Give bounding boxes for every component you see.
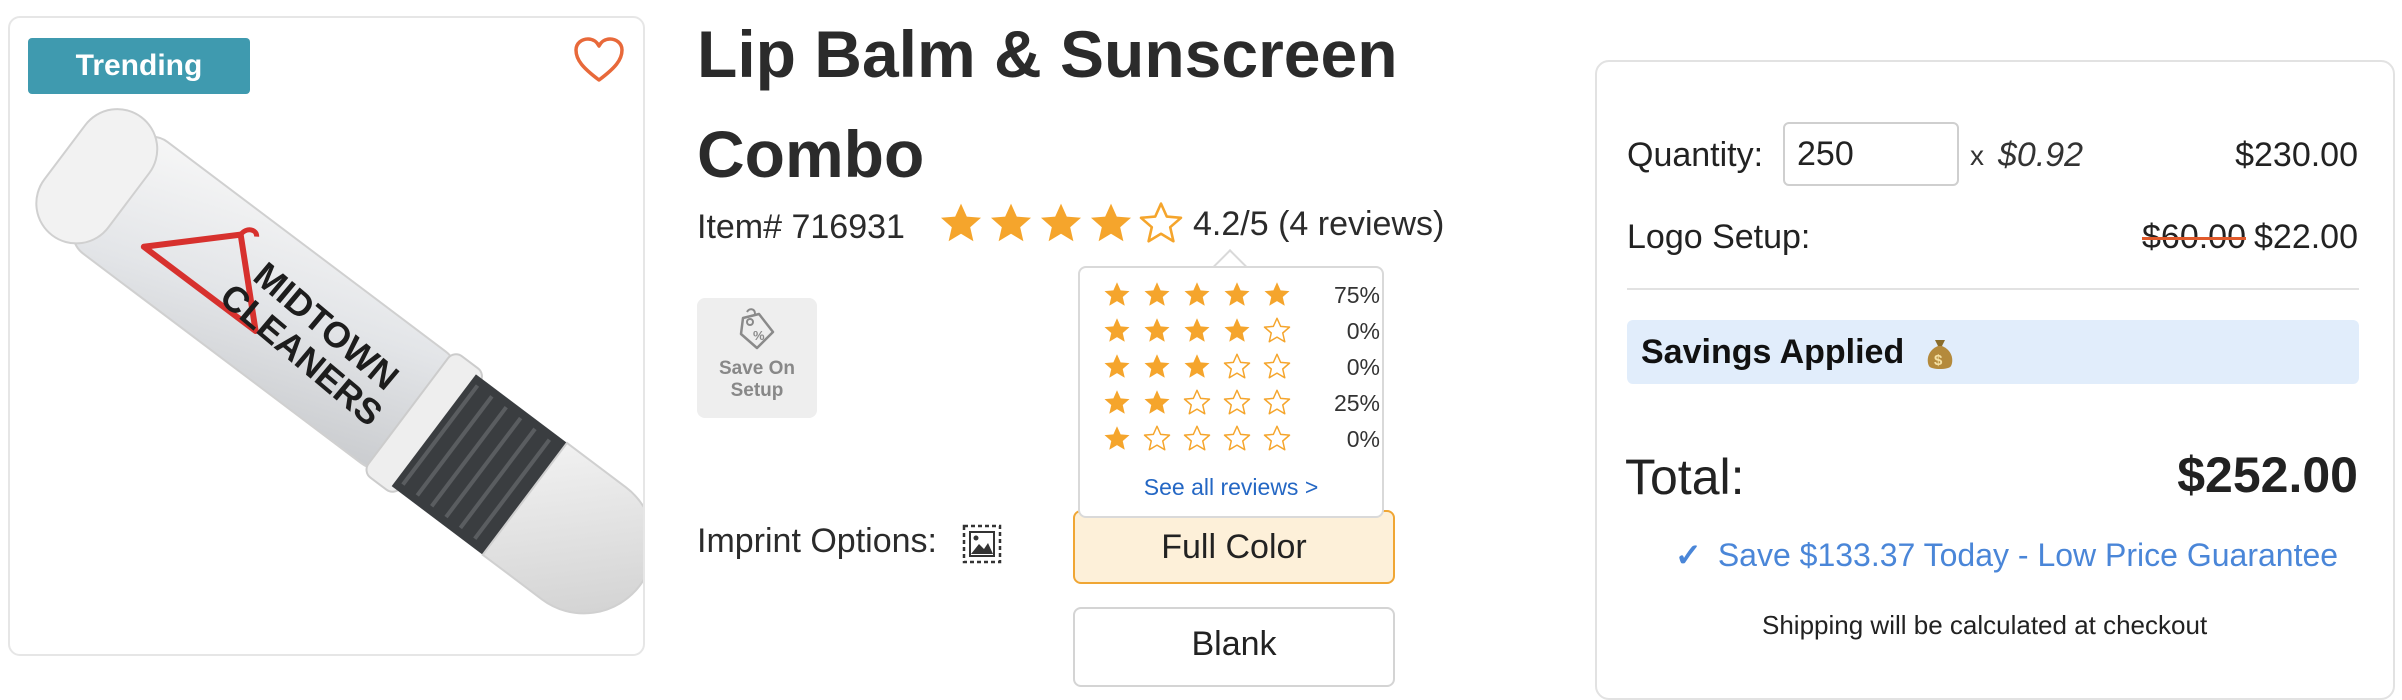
svg-text:$: $ xyxy=(1934,352,1943,369)
stars-2-icon xyxy=(1104,389,1291,415)
star-full-icon xyxy=(1104,390,1130,414)
star-outline-icon xyxy=(1183,389,1211,415)
product-image-card[interactable]: MIDTOWN CLEANERS Trending xyxy=(8,16,645,656)
star-full-icon xyxy=(1041,203,1081,242)
logo-setup-price: $22.00 xyxy=(2254,218,2358,256)
stars-5-icon xyxy=(1104,282,1290,306)
low-price-guarantee[interactable]: ✓ Save $133.37 Today - Low Price Guarante… xyxy=(1675,536,2338,574)
star-outline-icon xyxy=(1223,389,1251,415)
star-full-icon xyxy=(1144,390,1170,414)
star-full-icon xyxy=(941,203,981,242)
quantity-subtotal: $230.00 xyxy=(2235,136,2358,174)
rating-distribution-popup: 75% 0% 0% 25% 0% See all reviews > xyxy=(1078,266,1384,518)
save-on-setup-badge: % Save On Setup xyxy=(697,298,817,418)
star-full-icon xyxy=(1224,282,1250,306)
star-full-icon xyxy=(991,203,1031,242)
product-title: Lip Balm & Sunscreen Combo xyxy=(697,17,1398,191)
star-outline-icon xyxy=(1223,353,1251,379)
rating-percent: 0% xyxy=(1346,425,1380,452)
rating-row-3[interactable]: 0% xyxy=(1102,350,1380,384)
star-full-icon xyxy=(1144,318,1170,342)
star-full-icon xyxy=(1264,282,1290,306)
star-full-icon xyxy=(1091,203,1131,242)
star-outline-icon xyxy=(1263,353,1291,379)
logo-setup-old-price: $60.00 xyxy=(2142,218,2246,256)
imprint-option-full-color[interactable]: Full Color xyxy=(1073,510,1395,584)
checkmark-icon: ✓ xyxy=(1675,537,1702,573)
savings-applied-banner: Savings Applied $ xyxy=(1627,320,2359,384)
shipping-note: Shipping will be calculated at checkout xyxy=(1762,610,2208,640)
rating-value: 4.2/5 xyxy=(1193,205,1269,243)
star-full-icon xyxy=(1224,318,1250,342)
star-outline-icon xyxy=(1263,317,1291,343)
money-bag-icon: $ xyxy=(1927,340,1952,370)
total-label: Total: xyxy=(1625,449,1745,505)
times-symbol: x xyxy=(1970,140,1984,171)
reviews-link[interactable]: (4 reviews) xyxy=(1278,205,1444,243)
svg-text:%: % xyxy=(753,328,765,343)
stars-3-icon xyxy=(1104,353,1291,379)
rating-percent: 25% xyxy=(1333,389,1380,416)
image-icon[interactable] xyxy=(962,524,1002,564)
total-value: $252.00 xyxy=(2177,447,2358,503)
rating-percent: 0% xyxy=(1346,317,1380,344)
savings-label: Savings Applied xyxy=(1641,333,1905,371)
star-full-icon xyxy=(1104,282,1130,306)
star-full-icon xyxy=(1184,354,1210,378)
save-on-setup-label: Save On Setup xyxy=(718,358,796,401)
star-full-icon xyxy=(1104,318,1130,342)
rating-row-4[interactable]: 0% xyxy=(1102,314,1380,348)
price-tag-icon: % xyxy=(739,308,775,350)
imprint-options-label: Imprint Options: xyxy=(697,522,937,560)
star-outline-icon xyxy=(1263,425,1291,451)
imprint-option-blank[interactable]: Blank xyxy=(1073,607,1395,687)
star-full-icon xyxy=(1184,282,1210,306)
quantity-label: Quantity: xyxy=(1627,136,1764,174)
star-full-icon xyxy=(1104,426,1130,450)
logo-setup-label: Logo Setup: xyxy=(1627,218,1811,256)
star-full-icon xyxy=(1144,282,1170,306)
rating-stars[interactable] xyxy=(937,200,1185,252)
divider xyxy=(1627,288,2359,290)
product-image: MIDTOWN CLEANERS xyxy=(35,108,643,615)
see-all-reviews-link[interactable]: See all reviews > xyxy=(1080,474,1382,501)
star-outline-icon xyxy=(1139,202,1183,243)
stars-4-icon xyxy=(1104,317,1291,343)
star-outline-icon xyxy=(1223,425,1251,451)
heart-outline-icon[interactable] xyxy=(573,36,625,84)
rating-summary[interactable]: 4.2/5 (4 reviews) xyxy=(1193,205,1444,244)
rating-percent: 75% xyxy=(1333,281,1380,308)
star-full-icon xyxy=(1144,354,1170,378)
star-full-icon xyxy=(1184,318,1210,342)
stars-1-icon xyxy=(1104,425,1291,451)
star-outline-icon xyxy=(1143,425,1171,451)
star-outline-icon xyxy=(1263,389,1291,415)
star-outline-icon xyxy=(1183,425,1211,451)
rating-row-2[interactable]: 25% xyxy=(1102,386,1380,420)
trending-badge: Trending xyxy=(28,38,250,94)
rating-row-5[interactable]: 75% xyxy=(1102,278,1380,312)
quantity-input[interactable] xyxy=(1783,122,1959,186)
rating-row-1[interactable]: 0% xyxy=(1102,422,1380,456)
star-full-icon xyxy=(1104,354,1130,378)
rating-percent: 0% xyxy=(1346,353,1380,380)
unit-price: $0.92 xyxy=(1998,136,2084,174)
guarantee-text: Save $133.37 Today - Low Price Guarantee xyxy=(1717,537,2339,573)
item-number: Item# 716931 xyxy=(697,208,905,246)
